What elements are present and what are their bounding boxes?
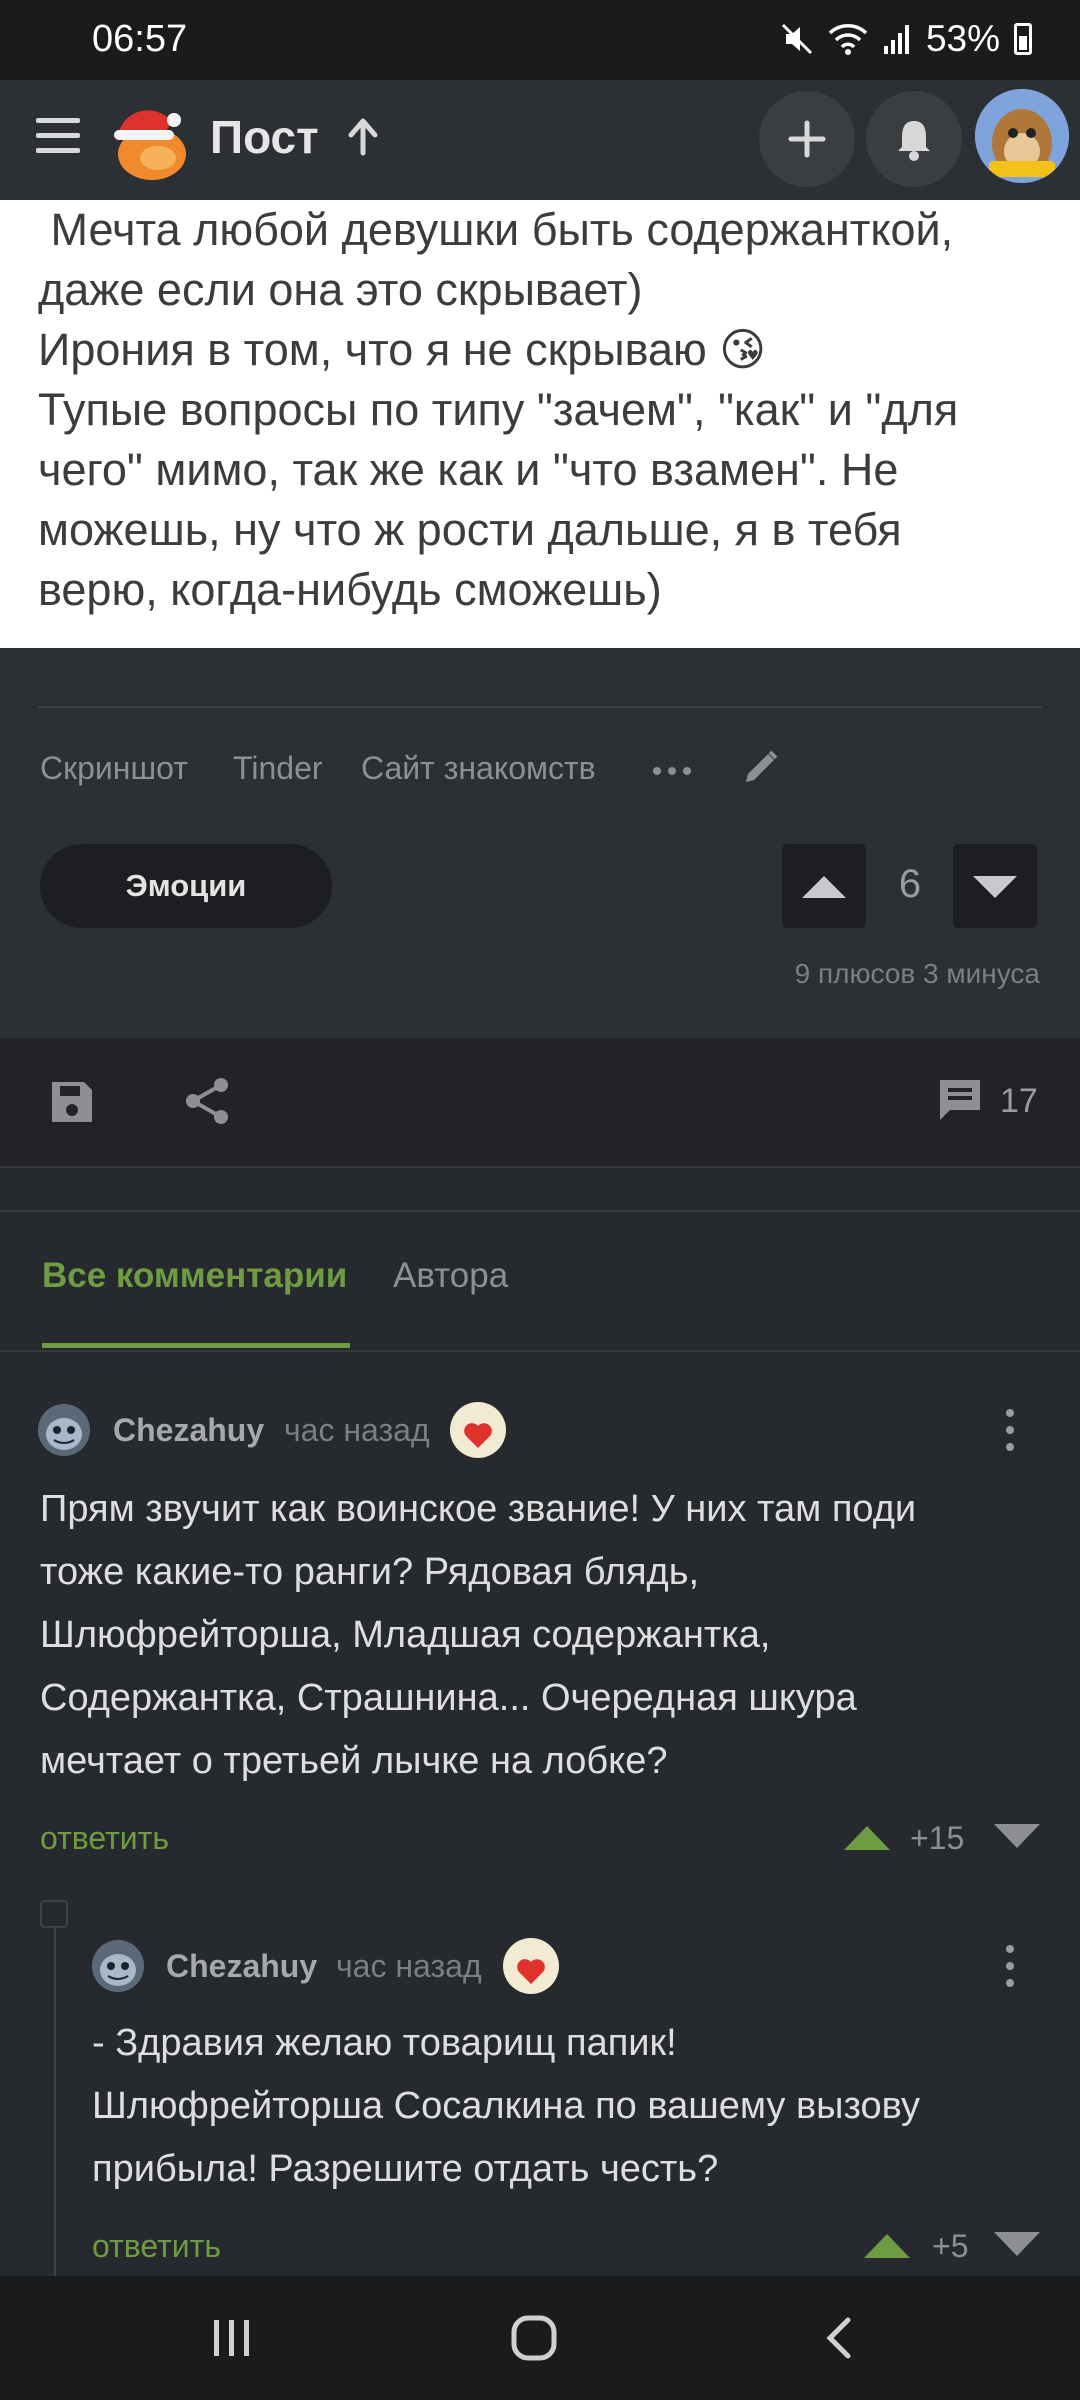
edit-icon[interactable] [742,748,780,786]
emotions-button[interactable]: Эмоции [40,844,332,928]
upvote-icon [802,876,846,898]
comment-upvote-icon[interactable] [842,1822,892,1852]
page-title: Пост [210,111,319,163]
upvote-button[interactable] [782,844,866,928]
add-post-button[interactable] [759,91,855,187]
downvote-icon [973,876,1017,898]
comments-count[interactable]: 17 [1000,1082,1038,1121]
reply-button[interactable]: ответить [40,1820,169,1857]
active-tab-indicator [42,1343,350,1348]
tab-author[interactable]: Автора [393,1256,508,1296]
user-avatar[interactable] [975,89,1069,183]
comment-score: +5 [932,2228,969,2264]
comment-text: Прям звучит как воинское звание! У них т… [40,1488,917,1782]
rating-detail: 9 плюсов 3 минуса [794,958,1040,989]
comment-avatar[interactable] [92,1940,144,1992]
downvote-button[interactable] [953,844,1037,928]
comment-icon[interactable] [936,1076,984,1124]
post-action-bar [0,1038,1080,1168]
award-badge-icon [450,1402,506,1458]
comment-downvote-icon[interactable] [992,2230,1042,2260]
plus-icon [788,120,826,158]
signal-icon [883,25,909,54]
status-time: 06:57 [92,18,188,60]
tag-screenshot[interactable]: Скриншот [40,750,188,787]
notifications-button[interactable] [866,91,962,187]
back-icon[interactable] [820,2314,860,2362]
comment-text: - Здравия желаю товарищ папик! Шлюфрейто… [92,2022,920,2190]
comment-author[interactable]: Chezahuy [113,1412,264,1449]
up-arrow-icon[interactable] [345,117,381,157]
comment-upvote-icon[interactable] [862,2230,912,2260]
thread-line [54,1908,56,2278]
recent-apps-icon[interactable] [210,2316,254,2360]
post-image-text: Мечта любой девушки быть содержанткой, д… [38,204,959,615]
comment-score: +15 [910,1820,965,1856]
battery-icon [1014,23,1032,55]
menu-icon[interactable] [36,118,80,154]
wifi-icon [828,24,868,55]
status-icons: 53% [780,18,1032,60]
comment-time: час назад [336,1948,482,1984]
award-badge-icon [503,1938,559,1994]
logo-icon[interactable] [106,100,192,186]
home-icon[interactable] [510,2314,558,2362]
tag-tinder[interactable]: Tinder [233,750,323,787]
mute-icon [781,23,812,55]
comment-author[interactable]: Chezahuy [166,1948,317,1985]
post-rating: 6 [898,862,922,906]
comment-menu-icon[interactable] [1005,1408,1015,1452]
share-icon[interactable] [183,1076,231,1126]
save-icon[interactable] [48,1078,96,1126]
battery-percent: 53% [925,18,1000,59]
more-icon[interactable] [652,766,692,776]
comment-time: час назад [284,1412,430,1448]
comment-avatar[interactable] [38,1404,90,1456]
collapse-thread-icon[interactable] [40,1900,68,1928]
tag-dating-site[interactable]: Сайт знакомств [361,750,596,787]
comment-downvote-icon[interactable] [992,1822,1042,1852]
reply-button[interactable]: ответить [92,2228,221,2265]
divider [0,1350,1080,1352]
divider [38,706,1042,708]
comment-menu-icon[interactable] [1005,1944,1015,1988]
bell-icon [898,121,930,161]
tab-all-comments[interactable]: Все комментарии [42,1256,347,1296]
